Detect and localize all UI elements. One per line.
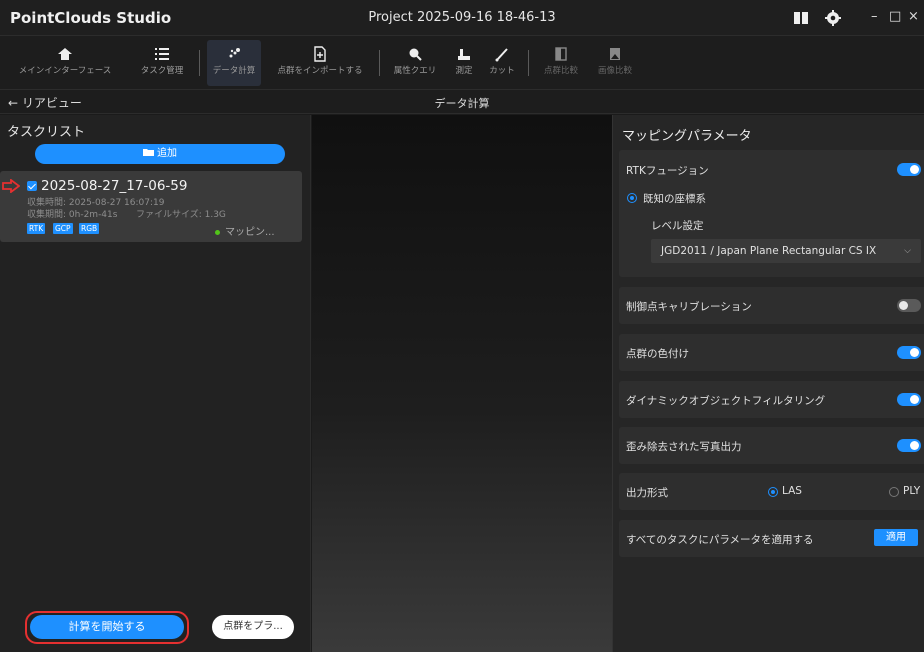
undistort-label: 歪み除去された写真出力 <box>626 441 742 453</box>
main-toolbar: メインインターフェース タスク管理 データ計算 点群をインポートする 属性クエリ… <box>0 36 924 90</box>
toolbar-task-management[interactable]: タスク管理 <box>133 40 191 86</box>
colorize-label: 点群の色付け <box>626 348 689 360</box>
toolbar-label: カット <box>489 66 515 76</box>
task-list-panel: タスクリスト 追加 2025-08-27_17-06-59 収集時間: 2025… <box>0 115 311 652</box>
format-ply-radio[interactable] <box>889 487 899 497</box>
toolbar-divider <box>379 50 380 76</box>
format-las-radio[interactable] <box>768 487 778 497</box>
toolbar-divider <box>528 50 529 76</box>
toolbar-attribute-query[interactable]: 属性クエリ <box>388 40 442 86</box>
toolbar-label: 測定 <box>455 66 473 76</box>
tag-rgb: RGB <box>79 223 100 234</box>
toolbar-divider <box>199 50 200 76</box>
toolbar-import-pointcloud[interactable]: 点群をインポートする <box>269 40 371 86</box>
dynamic-filter-toggle[interactable] <box>897 393 921 406</box>
toolbar-data-compute[interactable]: データ計算 <box>207 40 261 86</box>
tag-gcp: GCP <box>53 223 73 234</box>
toolbar-main-interface[interactable]: メインインターフェース <box>4 40 126 86</box>
maximize-button[interactable]: □ <box>889 9 901 24</box>
page-title: データ計算 <box>434 97 490 110</box>
toolbar-label: 属性クエリ <box>393 66 437 76</box>
viewport[interactable] <box>312 115 612 652</box>
toolbar-label: 点群比較 <box>543 66 578 76</box>
crs-value: JGD2011 / Japan Plane Rectangular CS IX <box>661 245 877 257</box>
close-button[interactable]: × <box>908 9 919 24</box>
toolbar-pointcloud-compare[interactable]: 点群比較 <box>537 40 585 86</box>
task-checkbox[interactable] <box>27 181 37 191</box>
task-card[interactable]: 2025-08-27_17-06-59 収集時間: 2025-08-27 16:… <box>0 171 302 242</box>
add-task-label: 追加 <box>157 148 177 159</box>
colorize-card: 点群の色付け <box>619 334 924 371</box>
format-ply-label: PLY <box>903 485 921 497</box>
cut-icon <box>495 48 508 62</box>
gear-icon[interactable] <box>824 9 842 27</box>
colorize-toggle[interactable] <box>897 346 921 359</box>
params-title: マッピングパラメータ <box>622 129 752 144</box>
compute-icon <box>229 48 240 58</box>
status-dot <box>215 229 220 235</box>
output-format-label: 出力形式 <box>626 487 668 499</box>
pointcloud-button[interactable]: 点群をプラ... <box>212 615 294 639</box>
control-point-card: 制御点キャリブレーション <box>619 287 924 324</box>
minimize-button[interactable]: – <box>871 9 878 24</box>
start-compute-button[interactable]: 計算を開始する <box>30 615 184 639</box>
chevron-down-icon: ⌵ <box>904 246 911 256</box>
book-icon[interactable] <box>792 9 810 27</box>
toolbar-image-compare[interactable]: 画像比較 <box>590 40 640 86</box>
output-format-card: 出力形式 LAS PLY <box>619 473 924 510</box>
toolbar-label: タスク管理 <box>140 66 184 76</box>
list-icon <box>155 48 169 60</box>
tag-rtk: RTK <box>27 223 46 234</box>
toolbar-cut[interactable]: カット <box>484 40 520 86</box>
compare-icon <box>555 47 567 61</box>
search-icon <box>409 48 422 61</box>
task-name: 2025-08-27_17-06-59 <box>41 178 188 194</box>
rtk-label: RTKフュージョン <box>626 165 709 177</box>
task-list-title: タスクリスト <box>7 125 86 140</box>
toolbar-label: 点群をインポートする <box>277 66 363 76</box>
apply-all-label: すべてのタスクにパラメータを適用する <box>626 534 814 546</box>
image-compare-icon <box>610 48 620 60</box>
task-status-text: マッピン... <box>225 227 275 238</box>
undistort-toggle[interactable] <box>897 439 921 452</box>
control-point-toggle[interactable] <box>897 299 921 312</box>
import-icon <box>314 46 326 62</box>
undistort-card: 歪み除去された写真出力 <box>619 427 924 464</box>
task-status: マッピン... <box>215 223 275 238</box>
known-crs-label: 既知の座標系 <box>643 193 706 205</box>
known-crs-radio[interactable] <box>627 193 637 203</box>
toolbar-label: メインインターフェース <box>18 66 112 76</box>
toolbar-label: データ計算 <box>212 66 256 76</box>
rtk-card: RTKフュージョン 既知の座標系 レベル設定 JGD2011 / Japan P… <box>619 150 924 277</box>
level-label: レベル設定 <box>651 220 704 232</box>
project-title: Project 2025-09-16 18-46-13 <box>368 10 556 25</box>
add-task-button[interactable]: 追加 <box>35 144 285 164</box>
crs-select[interactable]: JGD2011 / Japan Plane Rectangular CS IX … <box>651 239 921 263</box>
arrow-right-icon <box>2 179 20 193</box>
dynamic-filter-card: ダイナミックオブジェクトフィルタリング <box>619 381 924 418</box>
toolbar-measure[interactable]: 測定 <box>448 40 480 86</box>
rtk-toggle[interactable] <box>897 163 921 176</box>
format-las-label: LAS <box>782 485 802 497</box>
control-point-label: 制御点キャリブレーション <box>626 301 752 313</box>
task-file-size: ファイルサイズ: 1.3G <box>136 210 226 220</box>
task-collect-period: 収集期間: 0h-2m-41s <box>27 210 118 220</box>
title-bar: PointClouds Studio Project 2025-09-16 18… <box>0 0 924 36</box>
sub-header: ← リアビュー データ計算 <box>0 90 924 114</box>
dynamic-filter-label: ダイナミックオブジェクトフィルタリング <box>626 395 826 407</box>
apply-all-card: すべてのタスクにパラメータを適用する 適用 <box>619 520 924 557</box>
folder-add-icon <box>143 149 154 156</box>
apply-button[interactable]: 適用 <box>874 529 918 546</box>
home-icon <box>58 48 72 60</box>
toolbar-label: 画像比較 <box>597 66 632 76</box>
measure-icon <box>458 49 470 60</box>
mapping-params-panel: マッピングパラメータ RTKフュージョン 既知の座標系 レベル設定 JGD201… <box>612 115 924 652</box>
